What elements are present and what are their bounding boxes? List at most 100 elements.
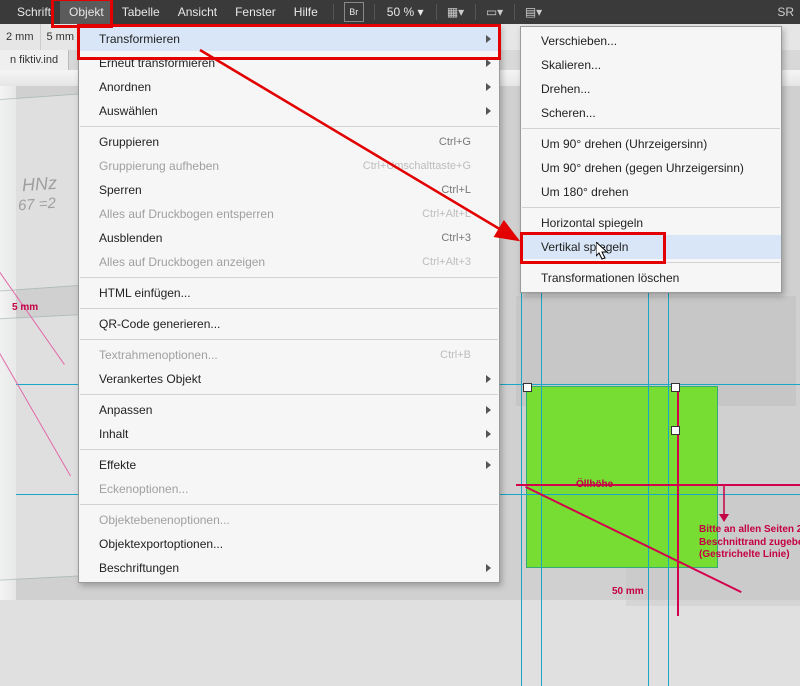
menu-shortcut: Ctrl+L xyxy=(441,184,471,196)
objekt-menu-item: Eckenoptionen... xyxy=(79,477,499,501)
menu-fenster[interactable]: Fenster xyxy=(226,0,285,24)
menu-divider xyxy=(522,128,780,129)
transform-menu-item[interactable]: Verschieben... xyxy=(521,29,781,53)
objekt-menu-item[interactable]: Ausblenden Ctrl+3 xyxy=(79,226,499,250)
submenu-arrow-icon xyxy=(486,430,491,438)
menu-item-label: Um 90° drehen (Uhrzeigersinn) xyxy=(541,137,753,151)
menu-item-label: Um 180° drehen xyxy=(541,185,753,199)
view-mode-icon[interactable]: ▦▾ xyxy=(447,3,465,21)
menu-divider xyxy=(80,394,498,395)
objekt-menu-item[interactable]: Verankertes Objekt xyxy=(79,367,499,391)
objekt-menu-item[interactable]: Transformieren xyxy=(79,27,499,51)
menu-item-label: Ausblenden xyxy=(99,231,401,245)
menu-item-label: Verankertes Objekt xyxy=(99,372,471,386)
objekt-menu-item[interactable]: Anordnen xyxy=(79,75,499,99)
menu-divider xyxy=(80,339,498,340)
menu-item-label: Transformieren xyxy=(99,32,471,46)
menu-item-label: Alles auf Druckbogen entsperren xyxy=(99,207,382,221)
objekt-menu-item[interactable]: Auswählen xyxy=(79,99,499,123)
menu-item-label: Alles auf Druckbogen anzeigen xyxy=(99,255,382,269)
menu-item-label: Scheren... xyxy=(541,106,753,120)
objekt-menu-item: Textrahmenoptionen... Ctrl+B xyxy=(79,343,499,367)
objekt-menu-item: Alles auf Druckbogen anzeigenCtrl+Alt+3 xyxy=(79,250,499,274)
menu-item-label: Horizontal spiegeln xyxy=(541,216,753,230)
zoom-level[interactable]: 50 % ▾ xyxy=(381,5,430,19)
menu-hilfe[interactable]: Hilfe xyxy=(285,0,327,24)
objekt-menu: Transformieren Erneut transformieren Anord… xyxy=(78,24,500,583)
menu-item-label: Gruppierung aufheben xyxy=(99,159,323,173)
menu-item-label: Gruppieren xyxy=(99,135,399,149)
objekt-menu-item[interactable]: Inhalt xyxy=(79,422,499,446)
transform-menu-item[interactable]: Um 180° drehen xyxy=(521,180,781,204)
label-ollhoehe: Öllhöhe xyxy=(576,479,613,490)
field-2[interactable]: 5 mm xyxy=(41,24,82,50)
menu-tabelle[interactable]: Tabelle xyxy=(113,0,169,24)
bridge-icon[interactable]: Br xyxy=(344,2,364,22)
menu-item-label: QR-Code generieren... xyxy=(99,317,471,331)
objekt-menu-item[interactable]: Erneut transformieren xyxy=(79,51,499,75)
workspace-label[interactable]: SR xyxy=(777,0,794,24)
submenu-arrow-icon xyxy=(486,35,491,43)
menu-shortcut: Ctrl+G xyxy=(439,136,471,148)
menu-shortcut: Ctrl+Umschalttaste+G xyxy=(363,160,471,172)
transform-menu-item[interactable]: Horizontal spiegeln xyxy=(521,211,781,235)
objekt-menu-item[interactable]: HTML einfügen... xyxy=(79,281,499,305)
objekt-menu-item[interactable]: Beschriftungen xyxy=(79,556,499,580)
menu-divider xyxy=(80,126,498,127)
transform-menu-item[interactable]: Skalieren... xyxy=(521,53,781,77)
menu-divider xyxy=(80,277,498,278)
objekt-menu-item[interactable]: QR-Code generieren... xyxy=(79,312,499,336)
menu-divider xyxy=(80,449,498,450)
objekt-menu-item: Gruppierung aufheben Ctrl+Umschalttaste+G xyxy=(79,154,499,178)
menu-item-label: HTML einfügen... xyxy=(99,286,471,300)
transform-menu-item[interactable]: Drehen... xyxy=(521,77,781,101)
menu-item-label: Textrahmenoptionen... xyxy=(99,348,400,362)
transform-menu-item[interactable]: Um 90° drehen (gegen Uhrzeigersinn) xyxy=(521,156,781,180)
menu-item-label: Drehen... xyxy=(541,82,753,96)
arrange-icon[interactable]: ▤▾ xyxy=(525,3,543,21)
menu-item-label: Anordnen xyxy=(99,80,471,94)
objekt-menu-item[interactable]: Gruppieren Ctrl+G xyxy=(79,130,499,154)
menu-shortcut: Ctrl+Alt+L xyxy=(422,208,471,220)
menu-schrift[interactable]: Schrift xyxy=(8,0,60,24)
objekt-menu-item[interactable]: Effekte xyxy=(79,453,499,477)
menu-item-label: Transformationen löschen xyxy=(541,271,753,285)
menu-item-label: Beschriftungen xyxy=(99,561,471,575)
menu-objekt[interactable]: Objekt xyxy=(60,0,113,24)
menu-shortcut: Ctrl+3 xyxy=(441,232,471,244)
submenu-arrow-icon xyxy=(486,564,491,572)
menu-item-label: Effekte xyxy=(99,458,471,472)
field-1[interactable]: 2 mm xyxy=(0,24,41,50)
document-tab[interactable]: n fiktiv.ind xyxy=(0,50,69,70)
transform-menu-item[interactable]: Vertikal spiegeln xyxy=(521,235,781,259)
menu-divider xyxy=(80,504,498,505)
objekt-menu-item[interactable]: Anpassen xyxy=(79,398,499,422)
dim-50mm: 50 mm xyxy=(612,586,644,597)
transform-menu-item[interactable]: Scheren... xyxy=(521,101,781,125)
submenu-arrow-icon xyxy=(486,107,491,115)
transform-menu-item[interactable]: Um 90° drehen (Uhrzeigersinn) xyxy=(521,132,781,156)
submenu-arrow-icon xyxy=(486,406,491,414)
screen-mode-icon[interactable]: ▭▾ xyxy=(486,3,504,21)
objekt-menu-item: Objektebenenoptionen... xyxy=(79,508,499,532)
menu-shortcut: Ctrl+B xyxy=(440,349,471,361)
menu-item-label: Objektexportoptionen... xyxy=(99,537,471,551)
menu-item-label: Verschieben... xyxy=(541,34,753,48)
objekt-menu-item[interactable]: Objektexportoptionen... xyxy=(79,532,499,556)
submenu-arrow-icon xyxy=(486,83,491,91)
menu-ansicht[interactable]: Ansicht xyxy=(169,0,226,24)
menubar: Schrift Objekt Tabelle Ansicht Fenster H… xyxy=(0,0,800,24)
bleed-annotation: Bitte an allen Seiten 2 mm Beschnittrand… xyxy=(699,524,800,562)
menu-item-label: Eckenoptionen... xyxy=(99,482,471,496)
menu-item-label: Anpassen xyxy=(99,403,471,417)
objekt-menu-item[interactable]: Sperren Ctrl+L xyxy=(79,178,499,202)
menu-item-label: Um 90° drehen (gegen Uhrzeigersinn) xyxy=(541,161,753,175)
submenu-arrow-icon xyxy=(486,59,491,67)
menu-item-label: Sperren xyxy=(99,183,401,197)
menu-divider xyxy=(522,207,780,208)
selected-frame[interactable] xyxy=(526,386,718,568)
objekt-menu-item: Alles auf Druckbogen entsperren Ctrl+Alt+… xyxy=(79,202,499,226)
dim-5mm: 5 mm xyxy=(12,302,38,313)
transform-menu-item[interactable]: Transformationen löschen xyxy=(521,266,781,290)
menu-item-label: Auswählen xyxy=(99,104,471,118)
